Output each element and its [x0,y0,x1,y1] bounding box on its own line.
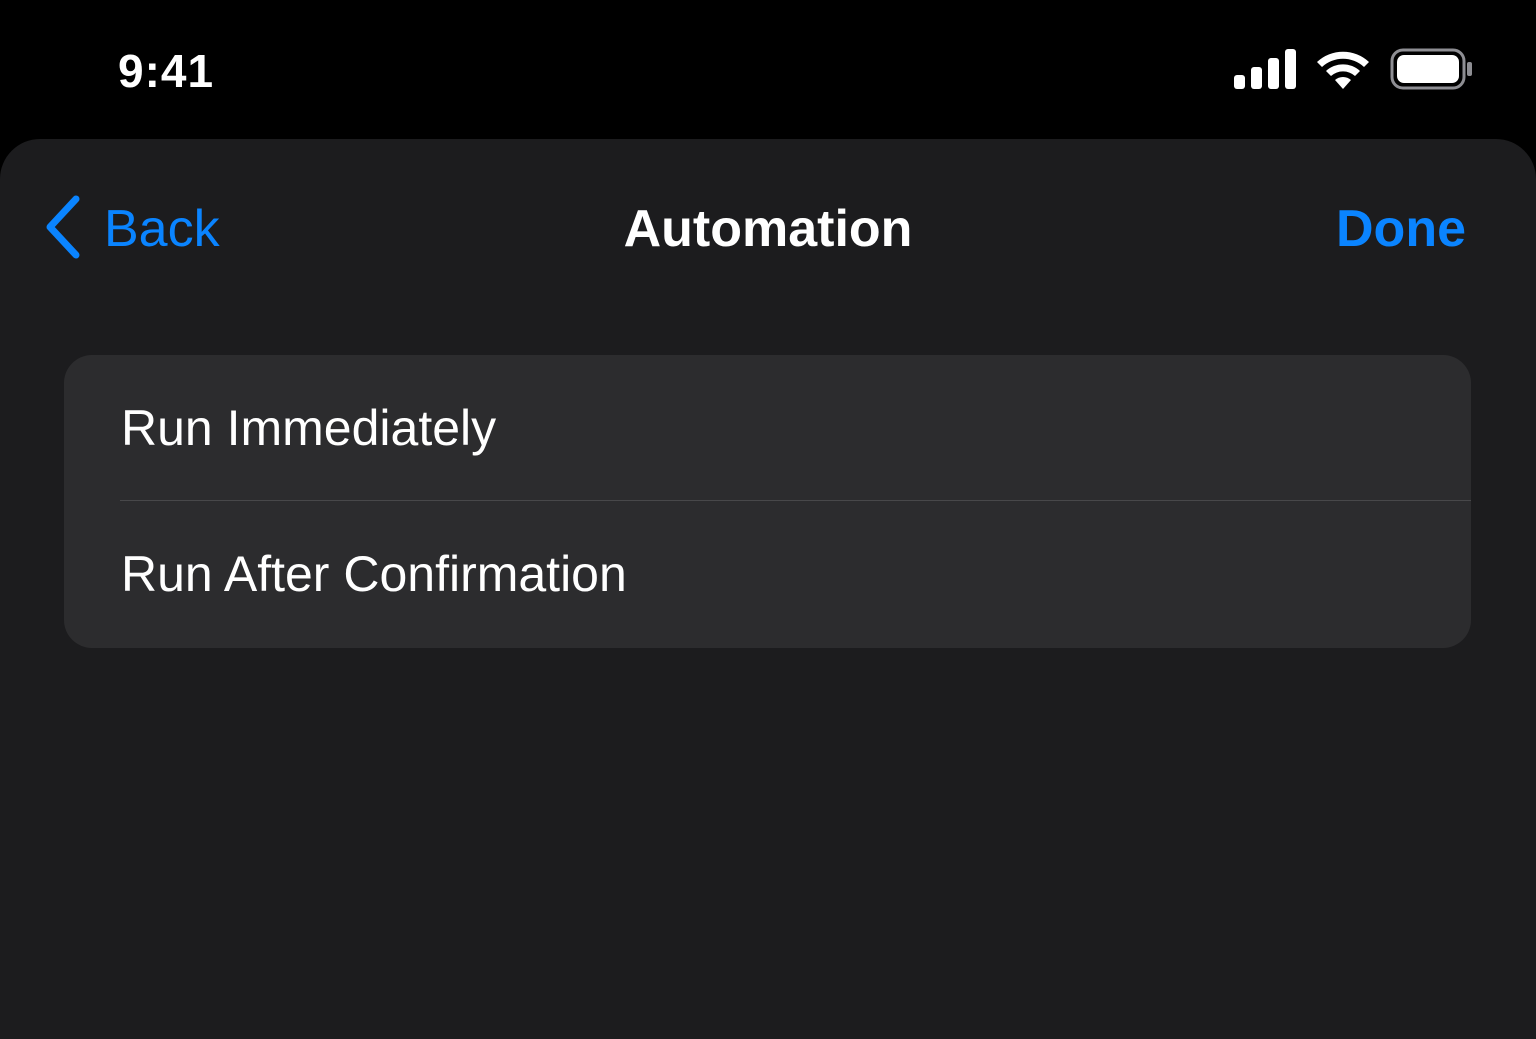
option-run-immediately[interactable]: Run Immediately [64,355,1471,501]
battery-icon [1390,48,1474,95]
option-label: Run Immediately [121,400,497,456]
status-icons [1234,48,1474,95]
run-options-group: Run Immediately Run After Confirmation [64,355,1471,648]
done-button[interactable]: Done [1336,199,1466,259]
page-title: Automation [623,200,913,258]
navigation-bar: Back Automation Done [0,139,1536,319]
option-run-after-confirmation[interactable]: Run After Confirmation [64,501,1471,647]
option-label: Run After Confirmation [121,546,627,602]
status-bar: 9:41 [0,0,1536,140]
wifi-icon [1316,49,1370,94]
cellular-signal-icon [1234,48,1296,94]
status-time: 9:41 [118,45,215,97]
automation-sheet: Back Automation Done Run Immediately Run… [0,139,1536,1039]
